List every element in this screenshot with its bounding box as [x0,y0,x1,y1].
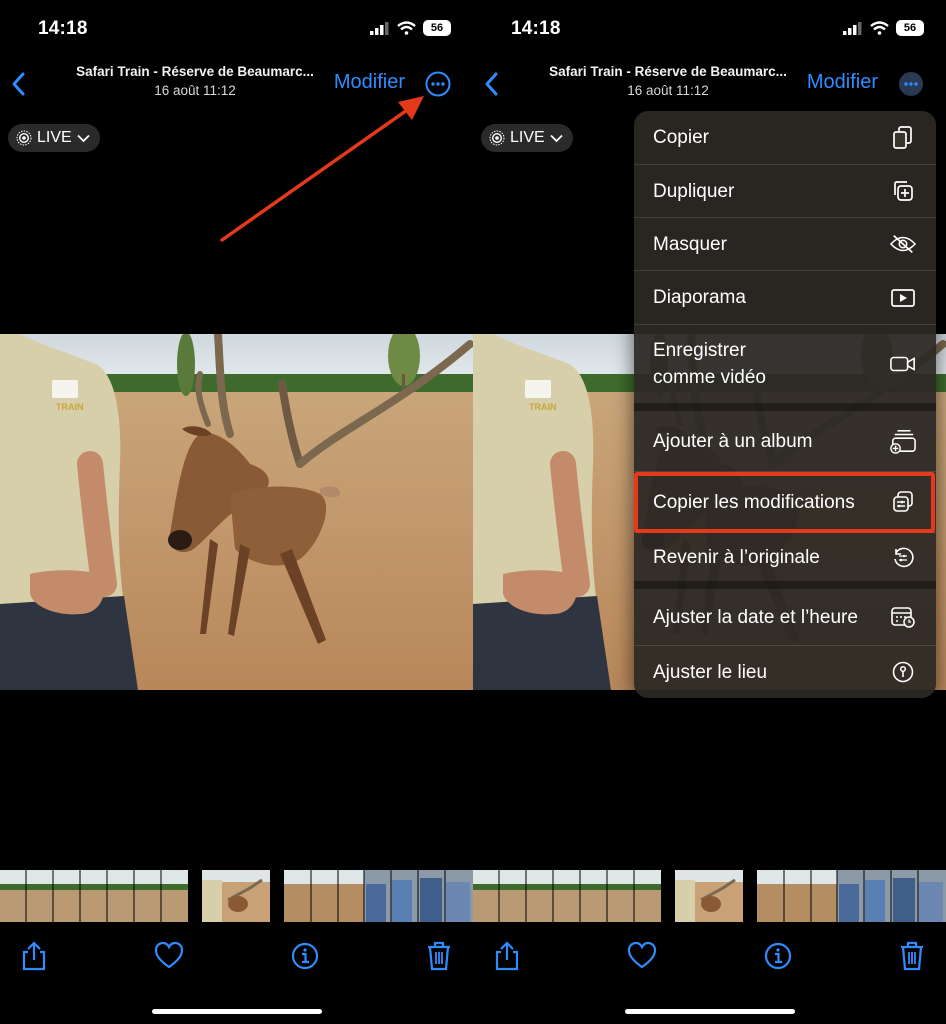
live-photo-icon [16,130,32,146]
revert-icon [890,544,916,570]
trash-icon[interactable] [424,940,454,972]
video-camera-icon [890,351,916,377]
duplicate-icon [890,178,916,204]
live-photo-button[interactable]: LIVE [8,124,100,152]
share-icon[interactable] [492,940,522,972]
status-time: 14:18 [38,18,88,39]
trash-icon[interactable] [897,940,927,972]
menu-item-revert-original[interactable]: Revenir à l’originale [634,533,936,581]
menu-item-copy[interactable]: Copier [634,111,936,164]
live-label: LIVE [510,129,545,146]
heart-icon[interactable] [154,940,184,972]
live-photo-button[interactable]: LIVE [481,124,573,152]
menu-item-duplicate[interactable]: Dupliquer [634,165,936,217]
photo-title: Safari Train - Réserve de Beaumarc... [549,64,787,79]
thumbnail-strip[interactable] [0,870,473,922]
photo-title: Safari Train - Réserve de Beaumarc... [76,64,314,79]
heart-icon[interactable] [627,940,657,972]
edit-button[interactable]: Modifier [807,71,878,94]
photo-deer[interactable] [0,334,473,690]
context-menu: Copier Dupliquer Masquer Diaporama Enreg… [634,111,936,698]
photo-date: 16 août 11:12 [154,83,236,98]
menu-item-save-as-video[interactable]: Enregistrer comme vidéo [634,325,936,403]
home-indicator[interactable] [625,1009,795,1014]
signal-icon [370,21,389,35]
menu-item-slideshow[interactable]: Diaporama [634,271,936,324]
photo-date: 16 août 11:12 [627,83,709,98]
live-photo-icon [489,130,505,146]
eye-slash-icon [890,231,916,257]
bottom-toolbar [0,930,473,986]
menu-item-add-to-album[interactable]: Ajouter à un album [634,411,936,471]
nav-bar: Safari Train - Réserve de Beaumarc... 16… [0,58,473,110]
battery-icon: 56 [423,20,451,36]
battery-icon: 56 [896,20,924,36]
info-icon[interactable] [763,940,793,972]
more-options-icon[interactable] [898,71,924,97]
edit-button[interactable]: Modifier [334,71,405,94]
calendar-clock-icon [890,604,916,630]
phone-screen-left: 14:18 56 Safari Train - Réserve de Beaum… [0,0,473,1024]
location-info-icon [890,659,916,685]
thumbnail-strip[interactable] [473,870,946,922]
menu-item-adjust-location[interactable]: Ajuster le lieu [634,646,936,698]
wifi-icon [397,21,416,35]
home-indicator[interactable] [152,1009,322,1014]
live-label: LIVE [37,129,72,146]
chevron-left-icon[interactable] [8,70,30,98]
slideshow-icon [890,285,916,311]
menu-item-adjust-date-time[interactable]: Ajuster la date et l’heure [634,589,936,645]
signal-icon [843,21,862,35]
info-icon[interactable] [290,940,320,972]
chevron-left-icon[interactable] [481,70,503,98]
nav-bar: Safari Train - Réserve de Beaumarc... 16… [473,58,946,110]
wifi-icon [870,21,889,35]
menu-item-hide[interactable]: Masquer [634,218,936,270]
status-bar: 14:18 56 [473,0,946,58]
status-time: 14:18 [511,18,561,39]
chevron-down-icon [77,134,90,142]
share-icon[interactable] [19,940,49,972]
highlight-box-copy-edits [634,472,935,533]
add-to-album-icon [890,428,916,454]
status-bar: 14:18 56 [0,0,473,58]
chevron-down-icon [550,134,563,142]
bottom-toolbar [473,930,946,986]
copy-icon [890,125,916,151]
more-options-icon[interactable] [425,71,451,97]
